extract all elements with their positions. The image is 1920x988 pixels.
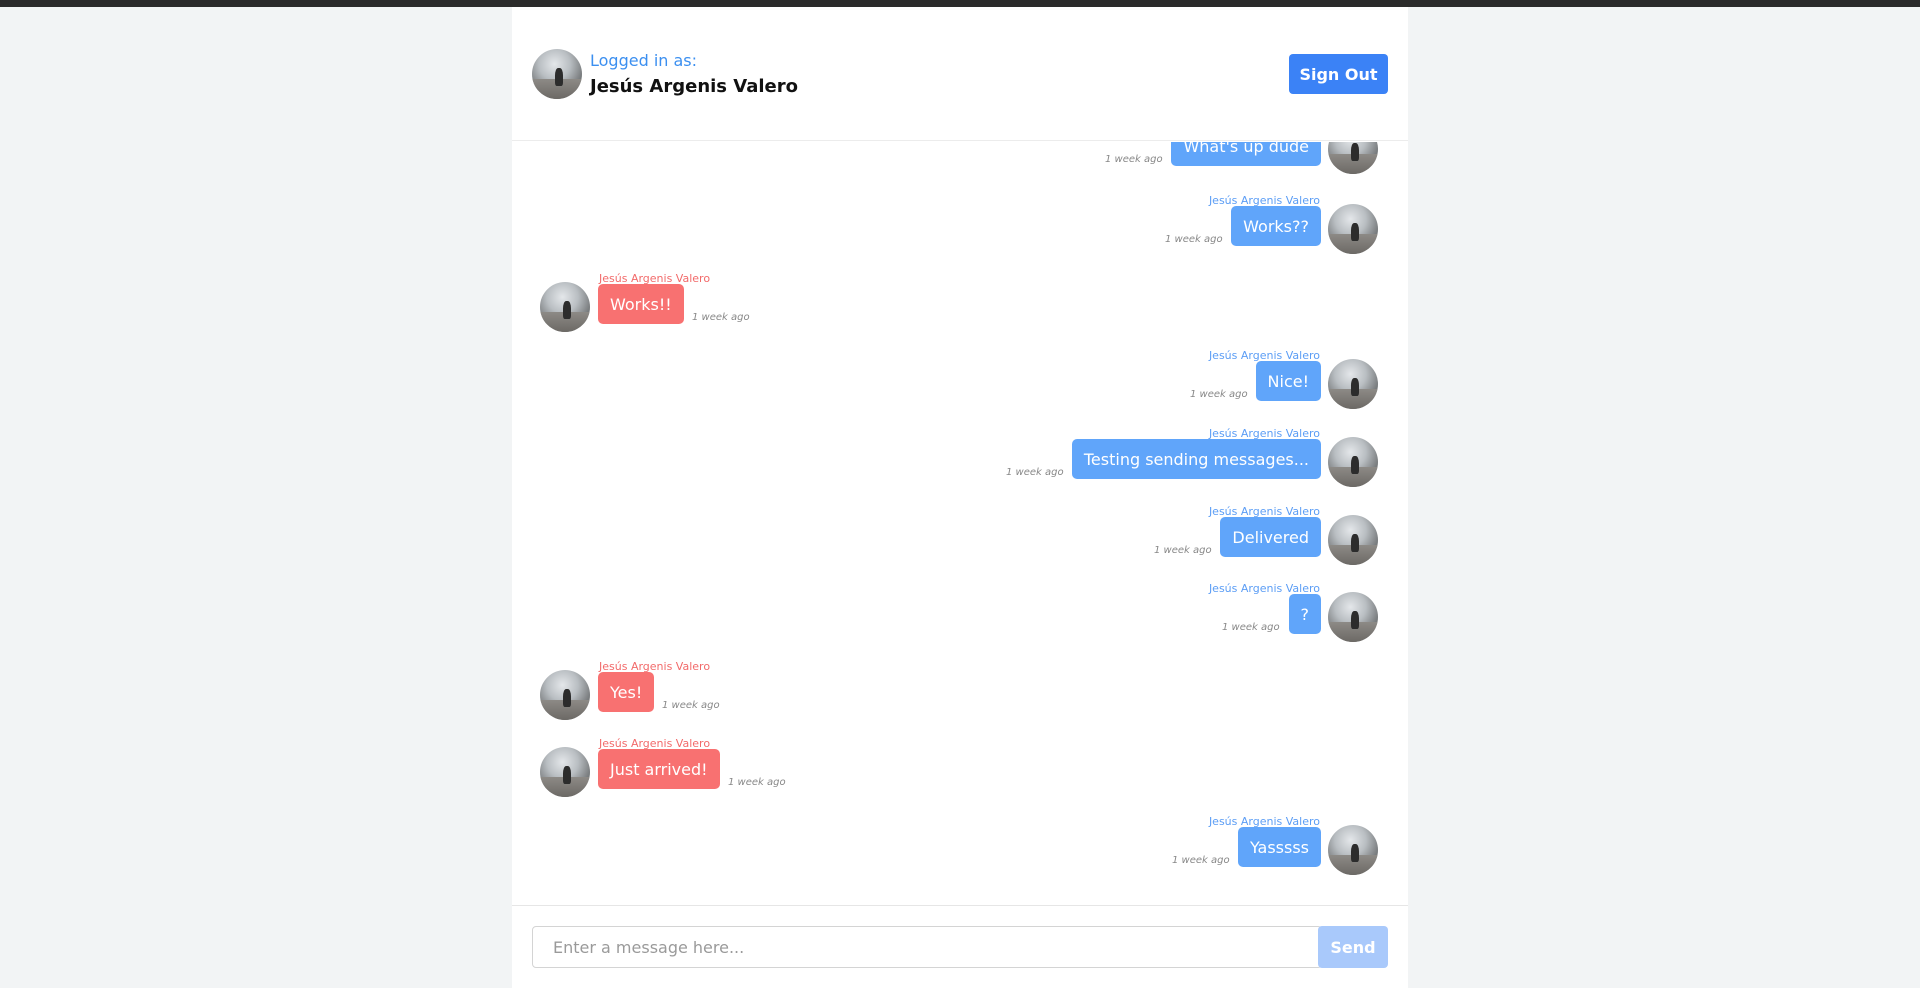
message-time: 1 week ago [1222,622,1280,633]
message-bubble: Works?? [1231,206,1321,246]
sender-avatar [1328,142,1378,174]
message-time: 1 week ago [1154,545,1212,556]
message-bubble: Yes! [598,672,655,712]
message-bubble: Nice! [1255,361,1321,401]
message-time: 1 week ago [1006,467,1064,478]
message-time: 1 week ago [1190,389,1248,400]
sender-avatar [540,747,590,797]
sign-out-button[interactable]: Sign Out [1289,54,1388,94]
message-item: Jesús Argenis Valero Yes! 1 week ago [512,660,1408,736]
message-bubble: Delivered [1220,517,1321,557]
message-item: Jesús Argenis Valero Testing sending mes… [512,427,1408,503]
chat-panel: Logged in as: Jesús Argenis Valero Sign … [512,7,1408,988]
message-item: Jesús Argenis Valero Works!! 1 week ago [512,272,1408,348]
browser-top-bar [0,0,1920,7]
message-bubble: What's up dude [1171,142,1321,166]
current-user-name: Jesús Argenis Valero [590,76,798,97]
message-time: 1 week ago [692,312,750,323]
message-list[interactable]: What's up dude 1 week ago Jesús Argenis … [512,142,1408,912]
sender-avatar [540,670,590,720]
sender-avatar [1328,204,1378,254]
sender-avatar [1328,359,1378,409]
message-bubble: Just arrived! [598,749,720,789]
message-bubble: Yasssss [1237,827,1321,867]
sender-avatar [1328,825,1378,875]
message-item: What's up dude 1 week ago [512,142,1408,190]
message-item: Jesús Argenis Valero Delivered 1 week ag… [512,505,1408,581]
sender-avatar [1328,437,1378,487]
user-avatar [532,49,582,99]
message-item: Jesús Argenis Valero Nice! 1 week ago [512,349,1408,425]
logged-in-label: Logged in as: [590,51,698,70]
message-bubble: Works!! [598,284,684,324]
sender-avatar [540,282,590,332]
message-time: 1 week ago [662,700,720,711]
message-item: Jesús Argenis Valero ? 1 week ago [512,582,1408,658]
send-button[interactable]: Send [1318,926,1388,968]
message-time: 1 week ago [1165,234,1223,245]
message-item: Jesús Argenis Valero Just arrived! 1 wee… [512,737,1408,813]
message-input[interactable] [532,926,1322,968]
composer-bar: Send [512,905,1408,988]
message-time: 1 week ago [1172,855,1230,866]
sender-avatar [1328,592,1378,642]
message-bubble: ? [1288,594,1321,634]
chat-header: Logged in as: Jesús Argenis Valero Sign … [512,7,1408,141]
message-time: 1 week ago [1105,154,1163,165]
message-item: Jesús Argenis Valero Yasssss 1 week ago [512,815,1408,891]
sender-avatar [1328,515,1378,565]
message-time: 1 week ago [728,777,786,788]
message-item: Jesús Argenis Valero Works?? 1 week ago [512,194,1408,270]
message-bubble: Testing sending messages... [1071,439,1321,479]
